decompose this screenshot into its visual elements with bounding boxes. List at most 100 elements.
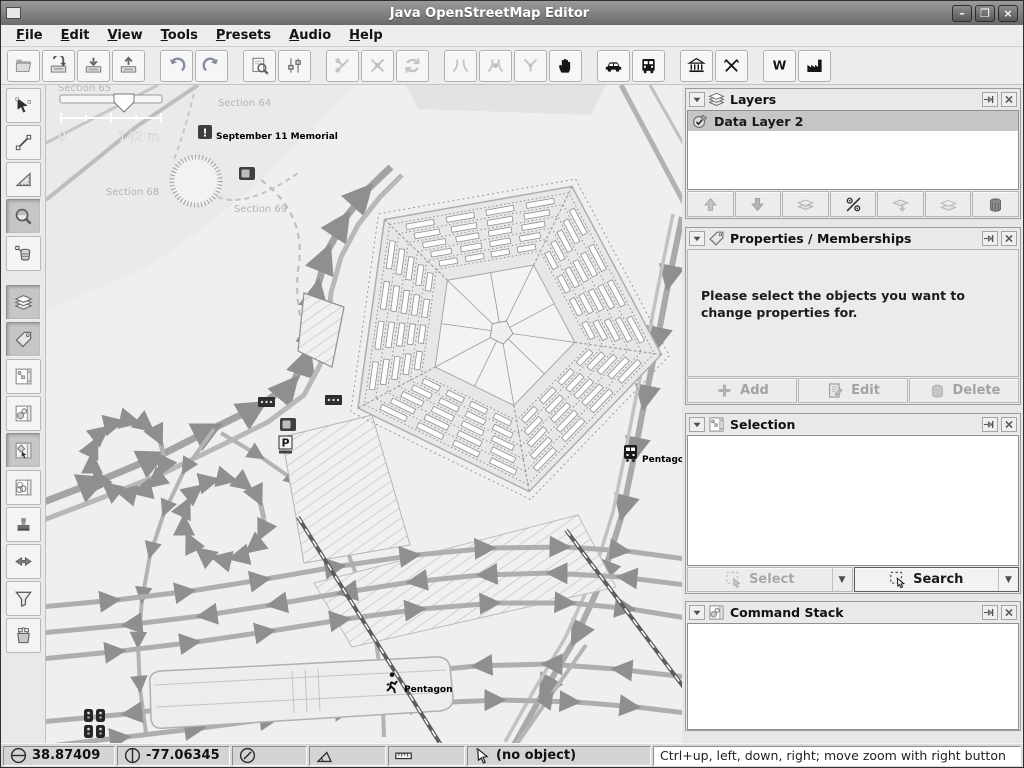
- mappaint-panel-button[interactable]: [6, 396, 41, 431]
- update-data-button[interactable]: [396, 50, 429, 82]
- filter-funnel-button[interactable]: [6, 581, 41, 616]
- delete-tool-button[interactable]: [6, 236, 41, 271]
- svg-text:P: P: [281, 437, 289, 450]
- add-button[interactable]: Add: [687, 378, 797, 403]
- basket-button[interactable]: [6, 618, 41, 653]
- section-69-label: Section 69: [234, 204, 287, 215]
- memorial-label: September 11 Memorial: [216, 132, 338, 142]
- measure-button[interactable]: [6, 162, 41, 197]
- selection-panel-button[interactable]: [6, 433, 41, 468]
- title-bar[interactable]: Java OpenStreetMap Editor – ❐ ×: [1, 1, 1023, 25]
- unglue-node-button[interactable]: [444, 50, 477, 82]
- split-way-button[interactable]: [326, 50, 359, 82]
- zoom-tool-button[interactable]: [6, 199, 41, 234]
- tags-icon: [708, 230, 725, 247]
- bus-button[interactable]: [632, 50, 665, 82]
- delete-button[interactable]: Delete: [909, 378, 1019, 403]
- preferences-button[interactable]: [278, 50, 311, 82]
- draw-node-button[interactable]: [6, 125, 41, 160]
- edit-tools-toolbar: [1, 85, 46, 743]
- menu-presets[interactable]: Presets: [207, 26, 280, 45]
- merge-nodes-button[interactable]: [479, 50, 512, 82]
- select-dropdown-arrow[interactable]: ▼: [832, 568, 852, 591]
- restaurant-button[interactable]: [715, 50, 748, 82]
- validator-panel-button[interactable]: [6, 470, 41, 505]
- properties-panel: Properties / Memberships Please select t…: [685, 227, 1021, 405]
- menu-tools[interactable]: Tools: [152, 26, 207, 45]
- menu-edit[interactable]: Edit: [52, 26, 99, 45]
- pin-icon[interactable]: [982, 605, 998, 620]
- collapse-icon[interactable]: [689, 417, 705, 432]
- angle-field: [309, 746, 386, 766]
- tags-panel-button[interactable]: [6, 322, 41, 357]
- conflict-arrows-button[interactable]: [6, 544, 41, 579]
- layer-move-bottom-button[interactable]: [877, 191, 924, 217]
- car-button[interactable]: [597, 50, 630, 82]
- relations-panel-button[interactable]: [6, 359, 41, 394]
- select-button[interactable]: Select ▼: [687, 567, 853, 592]
- pin-icon[interactable]: [982, 231, 998, 246]
- menu-file[interactable]: File: [7, 26, 52, 45]
- main-toolbar: W: [1, 47, 1023, 85]
- selection-list[interactable]: [687, 435, 1019, 566]
- layer-visibility-button[interactable]: [830, 191, 877, 217]
- layer-row[interactable]: Data Layer 2: [688, 111, 1018, 131]
- pin-icon[interactable]: [982, 92, 998, 107]
- collapse-icon[interactable]: [689, 92, 705, 107]
- join-node-button[interactable]: [514, 50, 547, 82]
- layer-list[interactable]: Data Layer 2: [687, 110, 1019, 190]
- properties-panel-title: Properties / Memberships: [728, 231, 979, 246]
- layer-merge-button[interactable]: [782, 191, 829, 217]
- close-icon[interactable]: [1001, 92, 1017, 107]
- panel-column: Layers Data Layer 2 Properties: [682, 85, 1023, 743]
- help-hint-text: Ctrl+up, left, down, right; move zoom wi…: [653, 746, 1021, 766]
- command-stack-panel-title: Command Stack: [728, 605, 979, 620]
- menu-audio[interactable]: Audio: [280, 26, 340, 45]
- josm-window: Java OpenStreetMap Editor – ❐ × FileEdit…: [0, 0, 1024, 768]
- redo-button[interactable]: [195, 50, 228, 82]
- upload-button[interactable]: [112, 50, 145, 82]
- menu-help[interactable]: Help: [340, 26, 391, 45]
- factory-button[interactable]: [798, 50, 831, 82]
- collapse-icon[interactable]: [689, 605, 705, 620]
- wms-w-button[interactable]: W: [763, 50, 796, 82]
- download-area-button[interactable]: [243, 50, 276, 82]
- history-stamp-button[interactable]: [6, 507, 41, 542]
- museum-button[interactable]: [680, 50, 713, 82]
- map-canvas[interactable]: 0 142 m Section 65 Section 64 Section 68…: [46, 85, 682, 743]
- collapse-icon[interactable]: [689, 231, 705, 246]
- heading-field: [232, 746, 307, 766]
- station-platform-icon-2: [325, 395, 342, 405]
- layer-down-button[interactable]: [735, 191, 782, 217]
- layers-panel-button[interactable]: [6, 285, 41, 320]
- save-button[interactable]: [42, 50, 75, 82]
- bus-stop-label: Pentagon: [642, 455, 682, 465]
- edit-button[interactable]: Edit: [798, 378, 908, 403]
- layer-up-button[interactable]: [687, 191, 734, 217]
- layer-edit-icon: [691, 112, 710, 131]
- close-icon[interactable]: [1001, 231, 1017, 246]
- scale-start-label: 0: [58, 130, 66, 145]
- download-button[interactable]: [77, 50, 110, 82]
- scale-distance-label: 142 m: [118, 130, 160, 145]
- layer-delete-button[interactable]: [972, 191, 1019, 217]
- undo-button[interactable]: [160, 50, 193, 82]
- pin-icon[interactable]: [982, 417, 998, 432]
- search-dropdown-arrow[interactable]: ▼: [998, 568, 1018, 591]
- maximize-button[interactable]: ❐: [975, 5, 995, 22]
- close-icon[interactable]: [1001, 417, 1017, 432]
- close-icon[interactable]: [1001, 605, 1017, 620]
- open-button[interactable]: [7, 50, 40, 82]
- combine-way-button[interactable]: [361, 50, 394, 82]
- station-entrance-label: Pentagon: [404, 685, 453, 695]
- menu-view[interactable]: View: [99, 26, 152, 45]
- section-68-label: Section 68: [106, 187, 159, 198]
- pan-hand-button[interactable]: [549, 50, 582, 82]
- status-bar: 38.87409 -77.06345 (no object) Ctrl+up, …: [1, 743, 1023, 767]
- select-tool-button[interactable]: [6, 88, 41, 123]
- minimize-button[interactable]: –: [952, 5, 972, 22]
- close-button[interactable]: ×: [998, 5, 1018, 22]
- command-stack-list[interactable]: [687, 623, 1019, 730]
- search-button[interactable]: Search ▼: [854, 567, 1020, 592]
- layer-duplicate-button[interactable]: [925, 191, 972, 217]
